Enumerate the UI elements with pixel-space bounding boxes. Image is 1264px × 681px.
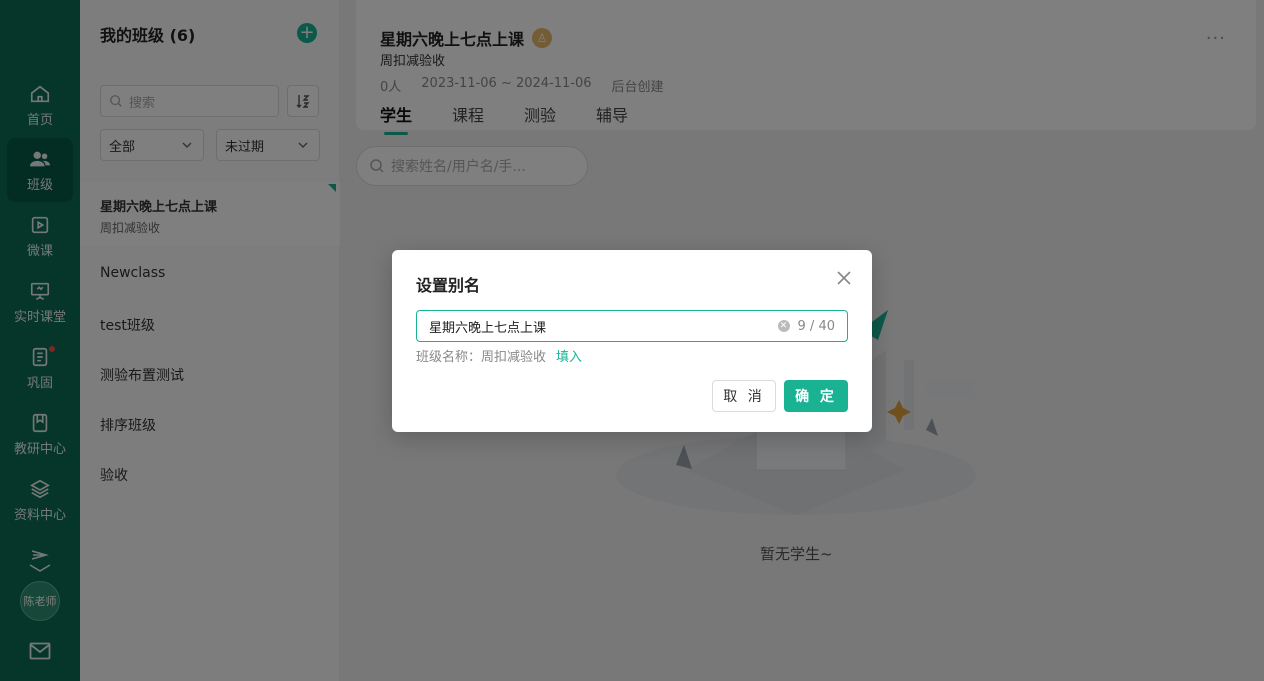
confirm-button[interactable]: 确 定 (784, 380, 848, 412)
dialog-title: 设置别名 (416, 276, 481, 295)
alias-input-value: 星期六晚上七点上课 (429, 320, 547, 336)
clear-input-icon[interactable]: ✕ (777, 320, 790, 332)
alias-dialog: 设置别名 星期六晚上七点上课 ✕ 9 / 40 班级名称：周扣减验收 填入 取 消… (392, 250, 872, 432)
char-counter: 9 / 40 (797, 318, 835, 334)
alias-input[interactable]: 星期六晚上七点上课 ✕ 9 / 40 (416, 310, 848, 342)
close-icon[interactable] (834, 268, 854, 288)
fill-in-link[interactable]: 填入 (556, 350, 582, 365)
cancel-button[interactable]: 取 消 (712, 380, 776, 412)
class-name-hint: 班级名称：周扣减验收 填入 (416, 346, 582, 365)
class-name-hint-label: 班级名称：周扣减验收 (416, 350, 547, 365)
